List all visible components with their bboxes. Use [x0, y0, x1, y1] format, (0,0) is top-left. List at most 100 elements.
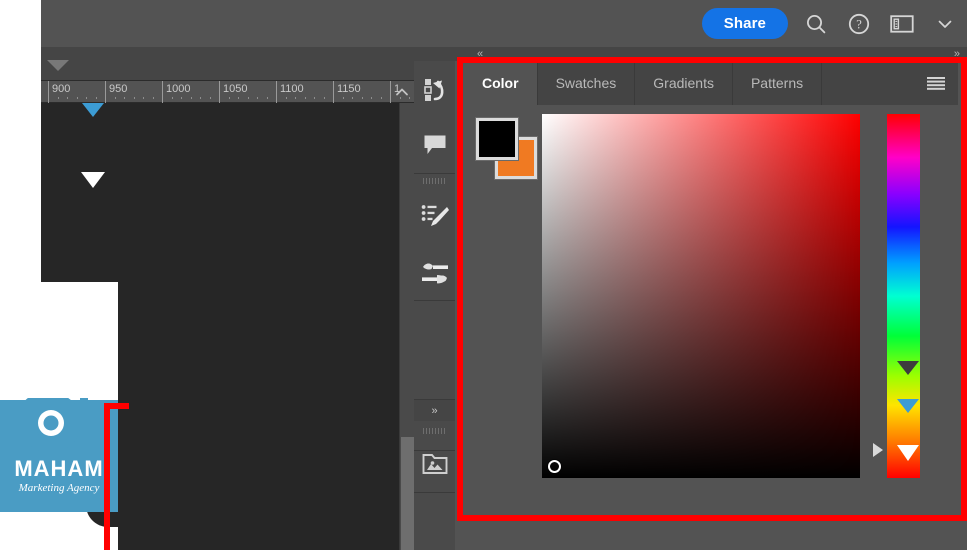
color-swatches — [475, 117, 538, 180]
ruler-tick: 900 — [48, 81, 70, 103]
comments-icon[interactable] — [414, 117, 455, 173]
watermark-logo: MAHAM Marketing Agency — [0, 398, 118, 512]
hue-marker-blue[interactable] — [897, 399, 919, 413]
annotation-line-vertical — [104, 403, 110, 550]
search-icon[interactable] — [801, 9, 831, 39]
tab-color[interactable]: Color — [464, 61, 538, 105]
ruler-tick: 950 — [105, 81, 127, 103]
ruler-subtick — [124, 97, 125, 99]
help-icon[interactable]: ? — [844, 9, 874, 39]
history-icon[interactable] — [414, 61, 455, 117]
rail-group-top — [414, 47, 455, 174]
ruler-subtick — [67, 97, 68, 99]
ruler-subtick — [247, 97, 249, 99]
ruler-tick: 1100 — [276, 81, 304, 103]
hue-pointer-icon — [873, 443, 883, 457]
color-panel-tabs: Color Swatches Gradients Patterns — [464, 61, 958, 105]
ruler-subtick — [295, 97, 296, 99]
brush-settings-icon[interactable] — [414, 188, 455, 244]
libraries-icon[interactable] — [414, 440, 455, 488]
brushes-icon[interactable] — [414, 244, 455, 300]
ruler-subtick — [181, 97, 182, 99]
rail-grip[interactable] — [414, 174, 455, 188]
tab-color-label: Color — [482, 75, 519, 91]
document-tab-strip[interactable] — [41, 47, 414, 81]
ruler-subtick — [143, 97, 144, 99]
ruler-subtick — [76, 97, 78, 99]
ruler-subtick — [200, 97, 201, 99]
app-chrome: Share ? 900 950 1000 1050 1100 1150 1 » … — [41, 0, 967, 550]
ruler-subtick — [209, 97, 211, 99]
ruler-tick-label: 1100 — [280, 83, 304, 95]
ruler-subtick — [86, 97, 87, 99]
right-panel-dock: « » Color Swatches Gradients Patterns — [455, 47, 967, 550]
horizontal-ruler[interactable]: 900 950 1000 1050 1100 1150 1 — [41, 81, 439, 103]
chevron-down-icon[interactable] — [930, 9, 960, 39]
ruler-subtick — [352, 97, 353, 99]
ruler-subtick — [95, 97, 97, 99]
panel-menu-icon[interactable] — [914, 61, 958, 105]
scrollbar-thumb[interactable] — [401, 437, 414, 550]
ruler-subtick — [257, 97, 258, 99]
ruler-tick: 1050 — [219, 81, 247, 103]
logo-mark-icon — [18, 398, 88, 456]
tab-patterns[interactable]: Patterns — [733, 61, 823, 105]
ruler-subtick — [380, 97, 382, 99]
logo-title: MAHAM — [14, 456, 104, 481]
ruler-tick-label: 900 — [52, 83, 71, 95]
tab-caret-icon — [47, 60, 69, 71]
photoshop-window: Share ? 900 950 1000 1050 1100 1150 1 » … — [0, 0, 967, 550]
rail-expand-glyph: » — [431, 404, 438, 417]
ruler-subtick — [304, 97, 306, 99]
ruler-tick: 1000 — [162, 81, 190, 103]
rail-separator — [414, 492, 455, 493]
ruler-subtick — [228, 97, 230, 99]
vertical-scrollbar[interactable] — [399, 103, 414, 550]
hue-slider[interactable] — [887, 114, 920, 478]
color-panel-body — [464, 105, 958, 531]
dock-header[interactable]: « » — [455, 47, 967, 61]
scroll-up-icon[interactable] — [394, 84, 410, 100]
ruler-subtick — [285, 97, 287, 99]
rail-collapse-bar[interactable] — [414, 47, 455, 61]
guide-marker-blue[interactable] — [82, 103, 104, 117]
annotation-line-horizontal — [104, 403, 129, 409]
ruler-subtick — [57, 97, 59, 99]
foreground-color-swatch[interactable] — [475, 117, 519, 161]
saturation-value-field[interactable] — [542, 114, 860, 478]
share-button[interactable]: Share — [701, 8, 788, 39]
tab-gradients[interactable]: Gradients — [635, 61, 733, 105]
ruler-subtick — [190, 97, 192, 99]
tab-swatches-label: Swatches — [555, 75, 617, 91]
tab-gradients-label: Gradients — [653, 75, 714, 91]
tab-swatches[interactable]: Swatches — [538, 61, 636, 105]
ruler-subtick — [152, 97, 154, 99]
ruler-tick-label: 1150 — [337, 83, 361, 95]
ruler-tick: 1 — [390, 81, 400, 103]
rail-grip-bottom[interactable] — [414, 424, 455, 438]
ruler-subtick — [266, 97, 268, 99]
dock-collapse-left-icon[interactable]: « — [477, 48, 483, 60]
dock-collapse-right-icon[interactable]: » — [954, 48, 960, 60]
workspace-icon[interactable] — [887, 9, 917, 39]
bottom-panel-dock: Adjustments Libraries — [464, 544, 958, 550]
ruler-subtick — [361, 97, 363, 99]
ruler-subtick — [371, 97, 372, 99]
ruler-tick-label: 1050 — [223, 83, 248, 95]
tab-strip-filler — [822, 61, 914, 105]
top-options-bar: Share ? — [41, 0, 967, 47]
tab-patterns-label: Patterns — [750, 75, 804, 91]
ruler-tick-label: 950 — [109, 83, 128, 95]
ruler-subtick — [342, 97, 344, 99]
topbar-actions: Share ? — [701, 0, 960, 47]
ruler-subtick — [171, 97, 173, 99]
guide-marker-white[interactable] — [81, 172, 105, 188]
svg-text:?: ? — [856, 17, 862, 31]
color-picker-cursor[interactable] — [548, 460, 561, 473]
ruler-subtick — [323, 97, 325, 99]
hue-marker-gray[interactable] — [897, 361, 919, 375]
ruler-subtick — [238, 97, 239, 99]
color-panel: Color Swatches Gradients Patterns — [464, 61, 958, 531]
rail-expand-button[interactable]: » — [414, 399, 455, 421]
hue-marker-white[interactable] — [897, 445, 919, 461]
